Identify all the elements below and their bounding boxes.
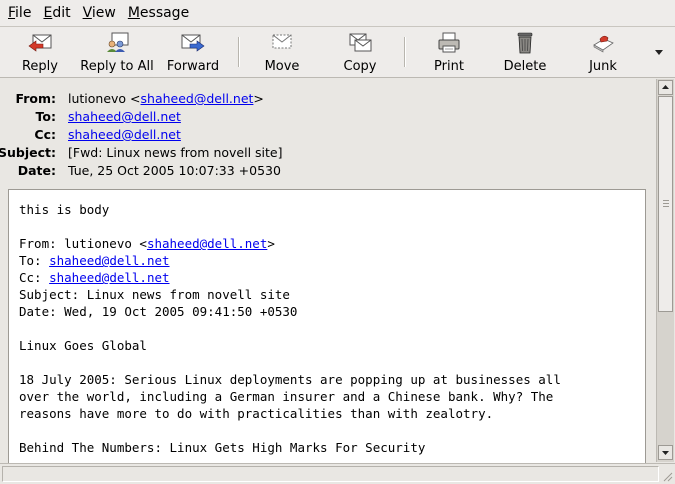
forward-button[interactable]: Forward xyxy=(166,27,220,77)
date-value: Tue, 25 Oct 2005 10:07:33 +0530 xyxy=(68,163,281,178)
printer-icon xyxy=(438,32,460,53)
header-date-row: Date: Tue, 25 Oct 2005 10:07:33 +0530 xyxy=(0,163,650,181)
message-body-pane[interactable]: this is body From: lutionevo <shaheed@de… xyxy=(8,189,646,466)
vertical-scrollbar[interactable] xyxy=(656,79,674,462)
from-email-link[interactable]: shaheed@dell.net xyxy=(141,91,254,106)
fwd-from-email-link[interactable]: shaheed@dell.net xyxy=(147,236,267,251)
fwd-to-prefix: To: xyxy=(19,253,50,268)
fwd-cc-email-link[interactable]: shaheed@dell.net xyxy=(49,270,169,285)
resize-grip-icon[interactable] xyxy=(661,470,673,482)
cc-label: Cc: xyxy=(34,127,56,142)
menu-view[interactable]: View xyxy=(79,5,120,21)
menu-file[interactable]: File xyxy=(4,5,35,21)
cc-email-link[interactable]: shaheed@dell.net xyxy=(68,127,181,142)
print-label: Print xyxy=(434,59,464,74)
trash-icon xyxy=(517,32,533,54)
thumb-grip-line xyxy=(663,200,669,201)
from-close: > xyxy=(253,91,264,106)
junk-button[interactable]: Junk xyxy=(584,27,622,77)
toolbar-overflow-arrow-icon[interactable] xyxy=(652,47,666,57)
arrow-up-icon xyxy=(662,85,669,89)
subject-value: [Fwd: Linux news from novell site] xyxy=(68,145,283,160)
body-para1-line1: 18 July 2005: Serious Linux deployments … xyxy=(19,372,561,387)
menubar: File Edit View Message xyxy=(0,0,675,27)
status-message-area xyxy=(2,466,659,482)
move-icon xyxy=(272,34,292,49)
menu-view-label: View xyxy=(82,5,116,21)
fwd-subject: Subject: Linux news from novell site xyxy=(19,287,290,302)
fwd-cc-prefix: Cc: xyxy=(19,270,50,285)
delete-label: Delete xyxy=(503,59,547,74)
reply-all-button[interactable]: Reply to All xyxy=(80,27,154,77)
toolbar-separator xyxy=(238,37,240,67)
from-name: lutionevo < xyxy=(68,91,141,106)
message-body-text: this is body From: lutionevo <shaheed@de… xyxy=(19,201,561,456)
junk-label: Junk xyxy=(589,59,617,74)
header-cc-row: Cc: shaheed@dell.net xyxy=(0,127,650,145)
body-intro: this is body xyxy=(19,202,110,217)
body-heading: Linux Goes Global xyxy=(19,338,147,353)
menu-edit[interactable]: Edit xyxy=(39,5,74,21)
header-from-row: From: lutionevo <shaheed@dell.net> xyxy=(0,91,650,109)
thumb-grip-line xyxy=(663,203,669,204)
header-subject-row: Subject: [Fwd: Linux news from novell si… xyxy=(0,145,650,163)
fwd-from-close: > xyxy=(267,236,275,251)
delete-button[interactable]: Delete xyxy=(502,27,548,77)
to-email-link[interactable]: shaheed@dell.net xyxy=(68,109,181,124)
reply-label: Reply xyxy=(21,59,58,74)
reply-all-label: Reply to All xyxy=(80,59,154,74)
print-button[interactable]: Print xyxy=(430,27,468,77)
reply-all-icon xyxy=(107,32,129,52)
scrollbar-thumb[interactable] xyxy=(658,96,673,312)
menu-file-label: File xyxy=(8,5,32,21)
scroll-up-button[interactable] xyxy=(658,80,673,95)
body-para1-line3: reasons have more to do with practicalit… xyxy=(19,406,494,421)
arrow-down-icon xyxy=(662,451,669,455)
reply-icon xyxy=(28,34,52,52)
status-bar xyxy=(0,463,675,484)
copy-button[interactable]: Copy xyxy=(340,27,380,77)
from-label: From: xyxy=(15,91,56,106)
copy-icon xyxy=(349,33,372,52)
thumb-grip-line xyxy=(663,206,669,207)
to-label: To: xyxy=(35,109,56,124)
scroll-down-button[interactable] xyxy=(658,445,673,460)
fwd-date: Date: Wed, 19 Oct 2005 09:41:50 +0530 xyxy=(19,304,298,319)
move-label: Move xyxy=(264,59,300,74)
fwd-to-email-link[interactable]: shaheed@dell.net xyxy=(49,253,169,268)
header-to-row: To: shaheed@dell.net xyxy=(0,109,650,127)
toolbar-separator xyxy=(404,37,406,67)
toolbar: Reply Reply to All Forward Move Copy Pri… xyxy=(0,27,675,78)
date-label: Date: xyxy=(17,163,56,178)
message-headers: From: lutionevo <shaheed@dell.net> To: s… xyxy=(0,79,656,187)
forward-label: Forward xyxy=(166,59,220,74)
menu-message-label: Message xyxy=(127,5,190,21)
copy-label: Copy xyxy=(343,59,377,74)
subject-label: Subject: xyxy=(0,145,56,160)
body-para2: Behind The Numbers: Linux Gets High Mark… xyxy=(19,440,426,455)
from-value: lutionevo <shaheed@dell.net> xyxy=(68,91,264,106)
move-button[interactable]: Move xyxy=(262,27,302,77)
reply-button[interactable]: Reply xyxy=(18,27,62,77)
junk-icon xyxy=(593,35,614,53)
menu-message[interactable]: Message xyxy=(124,5,193,21)
fwd-from-prefix: From: lutionevo < xyxy=(19,236,147,251)
forward-icon xyxy=(181,34,205,52)
body-para1-line2: over the world, including a German insur… xyxy=(19,389,554,404)
menu-edit-label: Edit xyxy=(43,5,71,21)
